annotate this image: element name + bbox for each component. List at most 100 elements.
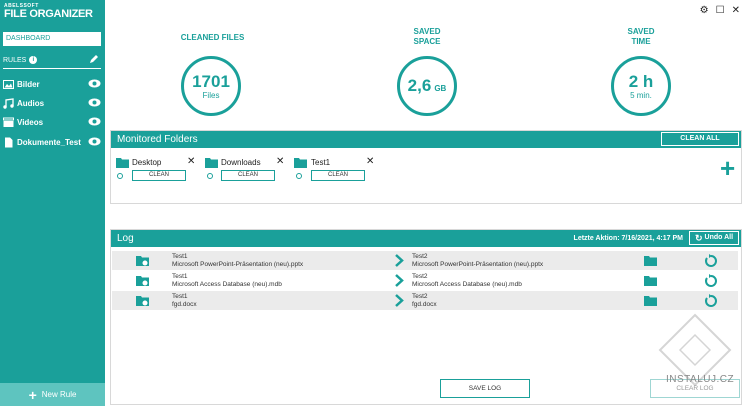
last-action-text: Letzte Aktion: 7/16/2021, 4:17 PM: [573, 235, 683, 242]
clean-all-button[interactable]: CLEAN ALL: [661, 132, 739, 146]
log-src-folder: Test1: [172, 293, 188, 300]
cleaned-files-value: 1701: [192, 71, 230, 91]
eye-icon[interactable]: [88, 136, 101, 147]
folder-check-icon: [136, 276, 149, 286]
folder-icon: [116, 158, 129, 168]
remove-folder-icon[interactable]: ✕: [187, 156, 195, 167]
sidebar-item-label: Bilder: [17, 79, 40, 89]
saved-space-unit: GB: [434, 84, 447, 93]
sidebar-item-dokumente-test[interactable]: Dokumente_Test: [3, 135, 103, 149]
remove-folder-icon[interactable]: ✕: [276, 156, 284, 167]
folder-icon: [644, 296, 657, 306]
log-dst-file: fgd.docx: [412, 301, 437, 308]
chevron-right-icon: [395, 274, 404, 287]
stat-label-line1: SAVED: [627, 27, 655, 36]
undo-icon[interactable]: [704, 274, 718, 288]
log-dst-file: Microsoft PowerPoint-Präsentation (neu).…: [412, 261, 544, 268]
chevron-right-icon: [395, 294, 404, 307]
cleaned-files-unit: Files: [202, 90, 220, 100]
undo-icon: ↻: [694, 233, 703, 243]
maximize-icon[interactable]: ☐: [716, 5, 725, 16]
log-src-file: fgd.docx: [172, 301, 197, 308]
plus-icon: +: [28, 386, 37, 403]
window-controls: ⚙ ☐ ✕: [700, 5, 740, 16]
log-dst-folder: Test2: [412, 293, 428, 300]
log-dst-folder: Test2: [412, 253, 428, 260]
watermark-text: INSTALUJ.CZ: [666, 374, 735, 385]
folder-icon: [294, 158, 307, 168]
undo-all-label: Undo All: [704, 234, 734, 241]
folder-settings-icon[interactable]: [296, 173, 302, 179]
log-row: Test1 Microsoft Access Database (neu).md…: [112, 271, 738, 290]
eye-icon[interactable]: [88, 78, 101, 89]
folder-name-desktop: Desktop: [132, 158, 162, 167]
image-icon: [3, 79, 14, 89]
saved-space-value: 2,6: [407, 76, 432, 95]
stat-cleaned-circle: 1701 Files: [181, 56, 241, 116]
info-icon[interactable]: i: [29, 56, 38, 64]
stat-cleaned-label: CLEANED FILES: [170, 33, 255, 43]
folder-settings-icon[interactable]: [207, 173, 213, 179]
undo-all-button[interactable]: ↻ Undo All: [689, 231, 739, 245]
sidebar-item-label: Videos: [17, 117, 44, 127]
undo-icon[interactable]: [704, 294, 718, 308]
watermark-logo: [658, 313, 732, 387]
app-logo: ABELSSOFT FILE ORGANIZER: [4, 4, 93, 20]
sidebar-item-label: Dokumente_Test: [17, 137, 81, 147]
folder-name-test1: Test1: [311, 158, 331, 167]
log-row: Test1 Microsoft PowerPoint-Präsentation …: [112, 251, 738, 270]
sidebar-item-label: Audios: [17, 98, 45, 108]
clean-desktop-button[interactable]: CLEAN: [132, 170, 186, 181]
log-row: Test1 fgd.docx Test2 fgd.docx: [112, 291, 738, 310]
clean-test1-button[interactable]: CLEAN: [311, 170, 365, 181]
clean-downloads-button[interactable]: CLEAN: [221, 170, 275, 181]
settings-icon[interactable]: ⚙: [700, 5, 709, 16]
close-icon[interactable]: ✕: [732, 5, 740, 16]
stat-time-circle: 2 h 5 min.: [611, 56, 671, 116]
pencil-icon[interactable]: [89, 54, 99, 64]
folder-icon: [205, 158, 218, 168]
save-log-button[interactable]: SAVE LOG: [440, 379, 530, 398]
stat-space-circle: 2,6 GB: [397, 56, 457, 116]
monitored-folders-header: Monitored Folders CLEAN ALL: [111, 131, 741, 148]
folder-name-downloads: Downloads: [221, 158, 261, 167]
log-dst-folder: Test2: [412, 273, 428, 280]
add-folder-button[interactable]: +: [720, 153, 735, 184]
undo-icon[interactable]: [704, 254, 718, 268]
log-src-file: Microsoft PowerPoint-Präsentation (neu).…: [172, 261, 304, 268]
folder-settings-icon[interactable]: [117, 173, 123, 179]
video-icon: [3, 117, 14, 127]
sidebar: ABELSSOFT FILE ORGANIZER DASHBOARD RULES…: [0, 0, 105, 406]
logo-title: FILE ORGANIZER: [4, 8, 93, 20]
rules-divider: [3, 68, 101, 69]
log-dst-file: Microsoft Access Database (neu).mdb: [412, 281, 522, 288]
folder-check-icon: [136, 256, 149, 266]
chevron-right-icon: [395, 254, 404, 267]
rules-header: RULES i: [3, 54, 101, 66]
sidebar-item-bilder[interactable]: Bilder: [3, 77, 103, 91]
saved-time-unit: 5 min.: [630, 90, 652, 100]
eye-icon[interactable]: [88, 116, 101, 127]
folder-icon: [644, 276, 657, 286]
folder-icon: [644, 256, 657, 266]
document-icon: [5, 137, 13, 147]
sidebar-item-audios[interactable]: Audios: [3, 96, 103, 110]
stat-label-line1: SAVED: [413, 27, 441, 36]
new-rule-button[interactable]: + New Rule: [0, 383, 105, 406]
rules-label: RULES: [3, 56, 27, 64]
log-header: Log Letzte Aktion: 7/16/2021, 4:17 PM ↻ …: [111, 230, 741, 247]
eye-icon[interactable]: [88, 97, 101, 108]
log-src-file: Microsoft Access Database (neu).mdb: [172, 281, 282, 288]
saved-time-value: 2 h: [628, 71, 654, 91]
stat-label-line1: CLEANED FILES: [180, 33, 245, 42]
stat-label-line2: TIME: [631, 37, 651, 46]
music-icon: [3, 97, 14, 109]
log-src-folder: Test1: [172, 273, 188, 280]
sidebar-item-videos[interactable]: Videos: [3, 115, 103, 129]
dashboard-button[interactable]: DASHBOARD: [3, 32, 101, 46]
monitored-folders-title: Monitored Folders: [117, 134, 198, 145]
log-src-folder: Test1: [172, 253, 188, 260]
remove-folder-icon[interactable]: ✕: [366, 156, 374, 167]
new-rule-label: New Rule: [41, 390, 77, 399]
log-title: Log: [117, 233, 134, 244]
